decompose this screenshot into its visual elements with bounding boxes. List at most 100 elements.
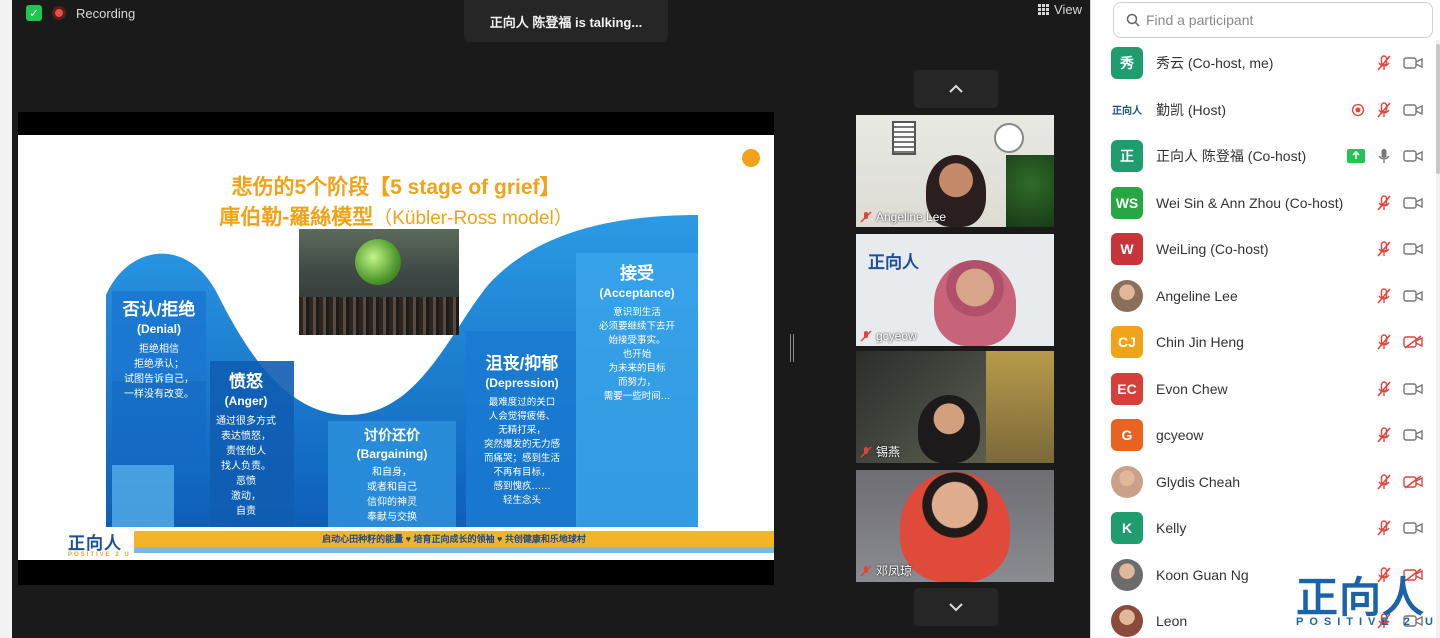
mic-muted-icon bbox=[860, 330, 872, 342]
participant-row[interactable]: Ggcyeow bbox=[1091, 412, 1437, 459]
participant-search[interactable] bbox=[1113, 2, 1433, 38]
mic-muted-icon[interactable] bbox=[1375, 380, 1393, 398]
mic-muted-icon[interactable] bbox=[1375, 287, 1393, 305]
participant-row[interactable]: K Kelly bbox=[1091, 505, 1437, 552]
participant-row[interactable]: Angeline Lee bbox=[1091, 273, 1437, 320]
camera-icon[interactable] bbox=[1403, 289, 1423, 303]
participant-row[interactable]: 正向人 勤凯 (Host) bbox=[1091, 87, 1437, 134]
participant-name: 正向人 陈登福 (Co-host) bbox=[1156, 148, 1307, 165]
slide-footer: 正向人 POSITIVE 2 U 启动心田种籽的能量 ♥ 培育正向成长的领袖 ♥… bbox=[18, 527, 774, 560]
mic-muted-icon[interactable] bbox=[1375, 473, 1393, 491]
camera-icon[interactable] bbox=[1403, 103, 1423, 117]
slide-title: 悲伤的5个阶段【5 stage of grief】 bbox=[231, 176, 561, 199]
mic-muted-icon[interactable] bbox=[1375, 101, 1393, 119]
search-input[interactable] bbox=[1146, 12, 1416, 28]
stage-bargaining: 讨价还价 (Bargaining) 和自身， 或者和自己 信仰的神灵 奉献与交换 bbox=[328, 425, 456, 525]
mic-icon[interactable] bbox=[1375, 147, 1393, 165]
recording-icon bbox=[52, 6, 66, 20]
encryption-shield-icon[interactable]: ✓ bbox=[26, 5, 42, 21]
thumbnail-logo: 正向人 bbox=[868, 253, 919, 272]
recording-indicator-icon bbox=[1351, 103, 1365, 117]
participant-status-icons bbox=[1375, 273, 1423, 319]
slide-footer-logo: 正向人 POSITIVE 2 U bbox=[68, 534, 131, 558]
participant-status-icons bbox=[1375, 319, 1423, 365]
participants-panel: 秀秀云 (Co-host, me)正向人勤凯 (Host)正正向人 陈登福 (C… bbox=[1090, 0, 1440, 638]
camera-icon[interactable] bbox=[1403, 382, 1423, 396]
camera-icon[interactable] bbox=[1403, 196, 1423, 210]
shared-screen[interactable]: 悲伤的5个阶段【5 stage of grief】 庫伯勒-羅絲模型（Küble… bbox=[18, 112, 774, 585]
zoom-meeting-window: ✓ Recording 正向人 陈登福 is talking... View 悲… bbox=[0, 0, 1440, 638]
participant-name: Kelly bbox=[1156, 520, 1187, 537]
stage-description: 通过很多方式 表达愤怒， 责怪他人 找人负责。 恶愤 激动， 自责 bbox=[216, 416, 276, 517]
participant-row[interactable]: 正正向人 陈登福 (Co-host) bbox=[1091, 133, 1437, 180]
stage-acceptance: 接受 (Acceptance) 意识到生活 必须要继续下去开 始接受事实。 也开始 为未… bbox=[578, 259, 696, 404]
scroll-up-button[interactable] bbox=[914, 70, 998, 108]
avatar: G bbox=[1111, 419, 1143, 452]
participant-row[interactable]: 秀秀云 (Co-host, me) bbox=[1091, 40, 1437, 87]
stage-anger: 愤怒 (Anger) 通过很多方式 表达愤怒， 责怪他人 找人负责。 恶愤 激动， 自责 bbox=[204, 367, 288, 519]
camera-icon[interactable] bbox=[1403, 56, 1423, 70]
avatar bbox=[1111, 279, 1143, 312]
stage-denial: 否认/拒绝 (Denial) 拒绝相信 拒绝承认； 试图告诉自己， 一样没有改变。 bbox=[112, 295, 206, 402]
meeting-area: ✓ Recording 正向人 陈登福 is talking... View 悲… bbox=[0, 0, 1090, 638]
participant-status-icons bbox=[1375, 40, 1423, 86]
participant-status-icons bbox=[1375, 459, 1423, 505]
mic-muted-icon bbox=[860, 445, 872, 458]
participant-row[interactable]: WS Wei Sin & Ann Zhou (Co-host) bbox=[1091, 180, 1437, 227]
avatar: CJ bbox=[1111, 326, 1143, 359]
camera-icon[interactable] bbox=[1403, 521, 1423, 535]
participant-list-scrollbar[interactable] bbox=[1436, 40, 1440, 638]
video-thumbnail[interactable]: 正向人 gcyeow bbox=[856, 234, 1054, 346]
camera-off-icon[interactable] bbox=[1403, 335, 1423, 349]
mic-muted-icon[interactable] bbox=[1375, 333, 1393, 351]
resize-splitter[interactable] bbox=[790, 334, 794, 362]
stage-english: (Denial) bbox=[136, 322, 181, 336]
avatar bbox=[1111, 465, 1143, 498]
clock-decor bbox=[994, 123, 1024, 153]
slide-subtitle-cn: 庫伯勒-羅絲模型 bbox=[219, 206, 374, 229]
mic-muted-icon[interactable] bbox=[1375, 54, 1393, 72]
avatar: WS bbox=[1111, 186, 1143, 219]
participant-status-icons bbox=[1375, 366, 1423, 412]
stage-english: (Bargaining) bbox=[356, 447, 428, 461]
mic-muted-icon bbox=[860, 564, 872, 577]
screen-share-icon bbox=[1347, 149, 1365, 163]
camera-off-icon[interactable] bbox=[1403, 474, 1423, 489]
camera-icon[interactable] bbox=[1403, 428, 1423, 442]
participant-name: Koon Guan Ng bbox=[1156, 566, 1249, 583]
avatar: 秀 bbox=[1111, 47, 1143, 80]
video-thumbnail[interactable]: Angeline Lee bbox=[856, 115, 1054, 227]
participant-status-icons bbox=[1351, 87, 1423, 133]
stage-english: (Acceptance) bbox=[599, 286, 675, 300]
stage-title: 愤怒 bbox=[229, 372, 263, 391]
thumbnail-name: Angeline Lee bbox=[860, 210, 946, 224]
chevron-up-icon bbox=[949, 84, 963, 93]
participant-video bbox=[934, 260, 1016, 346]
thumbnail-name: 锡燕 bbox=[860, 443, 900, 460]
avatar bbox=[1111, 605, 1143, 638]
participant-row[interactable]: EC Evon Chew bbox=[1091, 366, 1437, 413]
stage-english: (Depression) bbox=[485, 376, 559, 390]
participant-row[interactable]: CJ Chin Jin Heng bbox=[1091, 319, 1437, 366]
view-button[interactable]: View bbox=[1038, 2, 1082, 17]
mic-muted-icon[interactable] bbox=[1375, 426, 1393, 444]
mic-muted-icon[interactable] bbox=[1375, 519, 1393, 537]
stage-depression: 沮丧/抑郁 (Depression) 最难度过的关口 人会觉得疲倦、 无精打采， 突然… bbox=[464, 349, 580, 508]
participant-status-icons bbox=[1347, 133, 1423, 179]
video-thumbnail[interactable]: 锡燕 bbox=[856, 351, 1054, 463]
participant-row[interactable]: Glydis Cheah bbox=[1091, 459, 1437, 506]
meeting-topbar: ✓ Recording bbox=[26, 0, 135, 26]
mic-muted-icon[interactable] bbox=[1375, 194, 1393, 212]
scroll-down-button[interactable] bbox=[914, 588, 998, 626]
camera-icon[interactable] bbox=[1403, 149, 1423, 163]
slide-footer-slogan: 启动心田种籽的能量 ♥ 培育正向成长的领袖 ♥ 共创健康和乐地球村 bbox=[134, 531, 774, 547]
camera-icon[interactable] bbox=[1403, 242, 1423, 256]
participant-status-icons bbox=[1375, 226, 1423, 272]
video-thumbnail[interactable]: 邓凤琼 bbox=[856, 470, 1054, 582]
positive2u-watermark: 正向人 POSITIVE 2 U bbox=[1296, 574, 1439, 629]
participant-name: Chin Jin Heng bbox=[1156, 334, 1244, 351]
participant-status-icons bbox=[1375, 505, 1423, 551]
mic-muted-icon[interactable] bbox=[1375, 240, 1393, 258]
avatar: K bbox=[1111, 512, 1143, 545]
participant-row[interactable]: W WeiLing (Co-host) bbox=[1091, 226, 1437, 273]
